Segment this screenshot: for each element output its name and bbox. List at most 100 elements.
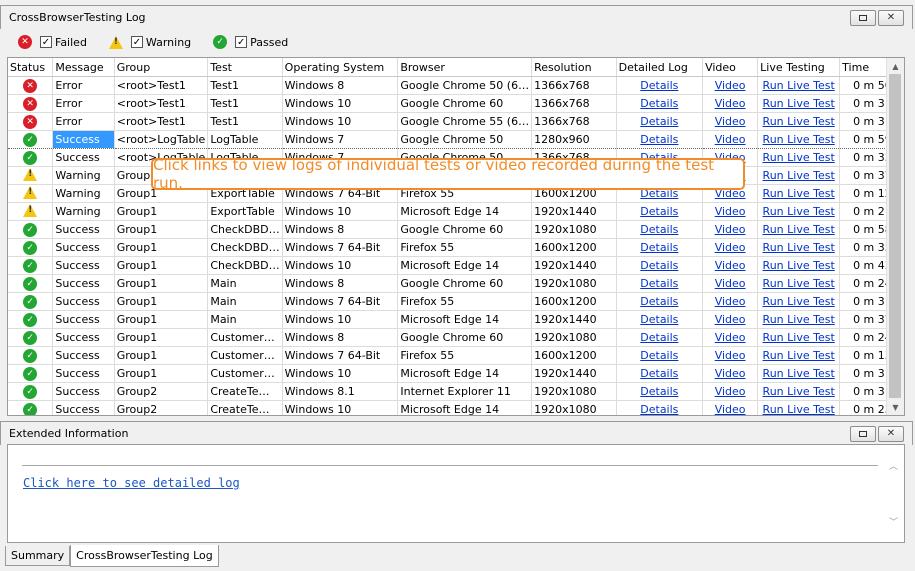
details-link[interactable]: Details <box>640 115 678 128</box>
video-link[interactable]: Video <box>715 115 746 128</box>
video-link[interactable]: Video <box>715 277 746 290</box>
details-link[interactable]: Details <box>640 385 678 398</box>
details-link[interactable]: Details <box>640 79 678 92</box>
run-live-test-link[interactable]: Run Live Test <box>763 79 835 92</box>
details-link[interactable]: Details <box>640 205 678 218</box>
tab-summary[interactable]: Summary <box>5 546 71 566</box>
scroll-thumb[interactable] <box>889 74 901 398</box>
column-header[interactable]: Operating System <box>282 58 399 77</box>
restore-button[interactable] <box>850 9 876 26</box>
filter-failed-checkbox[interactable]: ✓ <box>40 36 52 48</box>
run-live-test-link[interactable]: Run Live Test <box>763 367 835 380</box>
close-button[interactable]: ✕ <box>878 9 904 26</box>
run-live-test-link[interactable]: Run Live Test <box>763 349 835 362</box>
table-row[interactable]: ✓ Success Group1 Main Windows 7 64-Bit Firefo… <box>8 292 904 311</box>
table-row[interactable]: ✓ Success Group1 Main Windows 10 Microsoft Ed… <box>8 310 904 329</box>
details-link[interactable]: Details <box>640 295 678 308</box>
column-header[interactable]: Browser <box>397 58 533 77</box>
table-row[interactable]: ✕ Error <root>Test1 Test1 Windows 10 Google C… <box>8 112 904 131</box>
details-link[interactable]: Details <box>640 403 678 415</box>
run-live-test-link[interactable]: Run Live Test <box>763 259 835 272</box>
message-cell: Success <box>52 364 115 383</box>
details-link[interactable]: Details <box>640 259 678 272</box>
table-row[interactable]: ✓ Success Group1 CheckDBD… Windows 8 Google C… <box>8 220 904 239</box>
run-live-test-link[interactable]: Run Live Test <box>763 97 835 110</box>
run-live-test-link[interactable]: Run Live Test <box>763 205 835 218</box>
table-row[interactable]: ! Warning Group1 ExportTable Windows 10 Micro… <box>8 202 904 221</box>
details-link[interactable]: Details <box>640 313 678 326</box>
details-link[interactable]: Details <box>640 277 678 290</box>
video-link[interactable]: Video <box>715 367 746 380</box>
tab-crossbrowsertesting-log[interactable]: CrossBrowserTesting Log <box>70 545 219 567</box>
run-live-test-link[interactable]: Run Live Test <box>763 295 835 308</box>
run-live-test-link[interactable]: Run Live Test <box>763 241 835 254</box>
table-row[interactable]: ✕ Error <root>Test1 Test1 Windows 8 Google Ch… <box>8 76 904 95</box>
table-row[interactable]: ✓ Success Group1 Customer… Windows 7 64-Bit F… <box>8 346 904 365</box>
table-row[interactable]: ✓ Success Group1 Main Windows 8 Google Chrome… <box>8 274 904 293</box>
video-link[interactable]: Video <box>715 295 746 308</box>
extended-restore-button[interactable] <box>850 425 876 442</box>
table-row[interactable]: ✕ Error <root>Test1 Test1 Windows 10 Google C… <box>8 94 904 113</box>
video-link[interactable]: Video <box>715 313 746 326</box>
vertical-scrollbar[interactable]: ▲ ▼ <box>886 58 904 415</box>
scroll-down-icon[interactable]: ▼ <box>887 400 904 414</box>
table-row[interactable]: ✓ Success Group2 CreateTe… Windows 8.1 Intern… <box>8 382 904 401</box>
run-live-test-link[interactable]: Run Live Test <box>763 187 835 200</box>
run-live-test-link[interactable]: Run Live Test <box>763 331 835 344</box>
video-link[interactable]: Video <box>715 331 746 344</box>
live-cell: Run Live Test <box>757 220 841 239</box>
run-live-test-link[interactable]: Run Live Test <box>763 115 835 128</box>
details-link[interactable]: Details <box>640 133 678 146</box>
browser-cell: Microsoft Edge 14 <box>397 364 533 383</box>
column-header[interactable]: Video <box>702 58 759 77</box>
video-link[interactable]: Video <box>715 97 746 110</box>
video-cell: Video <box>702 274 759 293</box>
scroll-down-icon[interactable]: ﹀ <box>889 515 898 528</box>
video-link[interactable]: Video <box>715 223 746 236</box>
scroll-up-icon[interactable]: ▲ <box>887 59 904 73</box>
column-header[interactable]: Live Testing <box>757 58 841 77</box>
column-header[interactable]: Test <box>207 58 283 77</box>
run-live-test-link[interactable]: Run Live Test <box>763 385 835 398</box>
video-link[interactable]: Video <box>715 385 746 398</box>
extended-close-button[interactable]: ✕ <box>878 425 904 442</box>
details-link[interactable]: Details <box>640 241 678 254</box>
run-live-test-link[interactable]: Run Live Test <box>763 223 835 236</box>
table-row[interactable]: ✓ Success Group2 CreateTe… Windows 10 Microso… <box>8 400 904 415</box>
video-link[interactable]: Video <box>715 349 746 362</box>
table-row[interactable]: ✓ Success Group1 CheckDBD… Windows 10 Microso… <box>8 256 904 275</box>
filter-passed-checkbox[interactable]: ✓ <box>235 36 248 48</box>
details-link[interactable]: Details <box>640 97 678 110</box>
run-live-test-link[interactable]: Run Live Test <box>763 403 835 415</box>
details-link[interactable]: Details <box>640 349 678 362</box>
column-header[interactable]: Resolution <box>531 58 617 77</box>
details-link[interactable]: Details <box>640 223 678 236</box>
video-link[interactable]: Video <box>715 133 746 146</box>
table-row[interactable]: ✓ Success<root>LogTableLogTableWindows 7G… <box>8 130 904 149</box>
run-live-test-link[interactable]: Run Live Test <box>763 169 835 182</box>
scroll-up-icon[interactable]: ︿ <box>889 459 898 472</box>
table-row[interactable]: ✓ Success Group1 CheckDBD… Windows 7 64-Bit F… <box>8 238 904 257</box>
resolution-cell: 1920x1080 <box>531 382 617 401</box>
video-link[interactable]: Video <box>715 79 746 92</box>
filter-warning-checkbox[interactable]: ✓ <box>130 36 143 48</box>
detailed-log-link[interactable]: Click here to see detailed log <box>23 476 240 490</box>
video-link[interactable]: Video <box>715 205 746 218</box>
column-header[interactable]: Status <box>8 58 54 77</box>
success-icon: ✓ <box>23 133 38 148</box>
run-live-test-link[interactable]: Run Live Test <box>763 277 835 290</box>
run-live-test-link[interactable]: Run Live Test <box>763 151 835 164</box>
table-row[interactable]: ✓ Success Group1 Customer… Windows 10 Microso… <box>8 364 904 383</box>
video-link[interactable]: Video <box>715 259 746 272</box>
run-live-test-link[interactable]: Run Live Test <box>763 313 835 326</box>
column-header[interactable]: Detailed Log <box>616 58 704 77</box>
table-row[interactable]: ✓ Success Group1 Customer… Windows 8 Google C… <box>8 328 904 347</box>
run-live-test-link[interactable]: Run Live Test <box>763 133 835 146</box>
details-link[interactable]: Details <box>640 331 678 344</box>
details-link[interactable]: Details <box>640 367 678 380</box>
column-header[interactable]: Message <box>52 58 115 77</box>
success-icon: ✓ <box>23 349 38 364</box>
column-header[interactable]: Group <box>114 58 209 77</box>
video-link[interactable]: Video <box>715 403 746 415</box>
video-link[interactable]: Video <box>715 241 746 254</box>
